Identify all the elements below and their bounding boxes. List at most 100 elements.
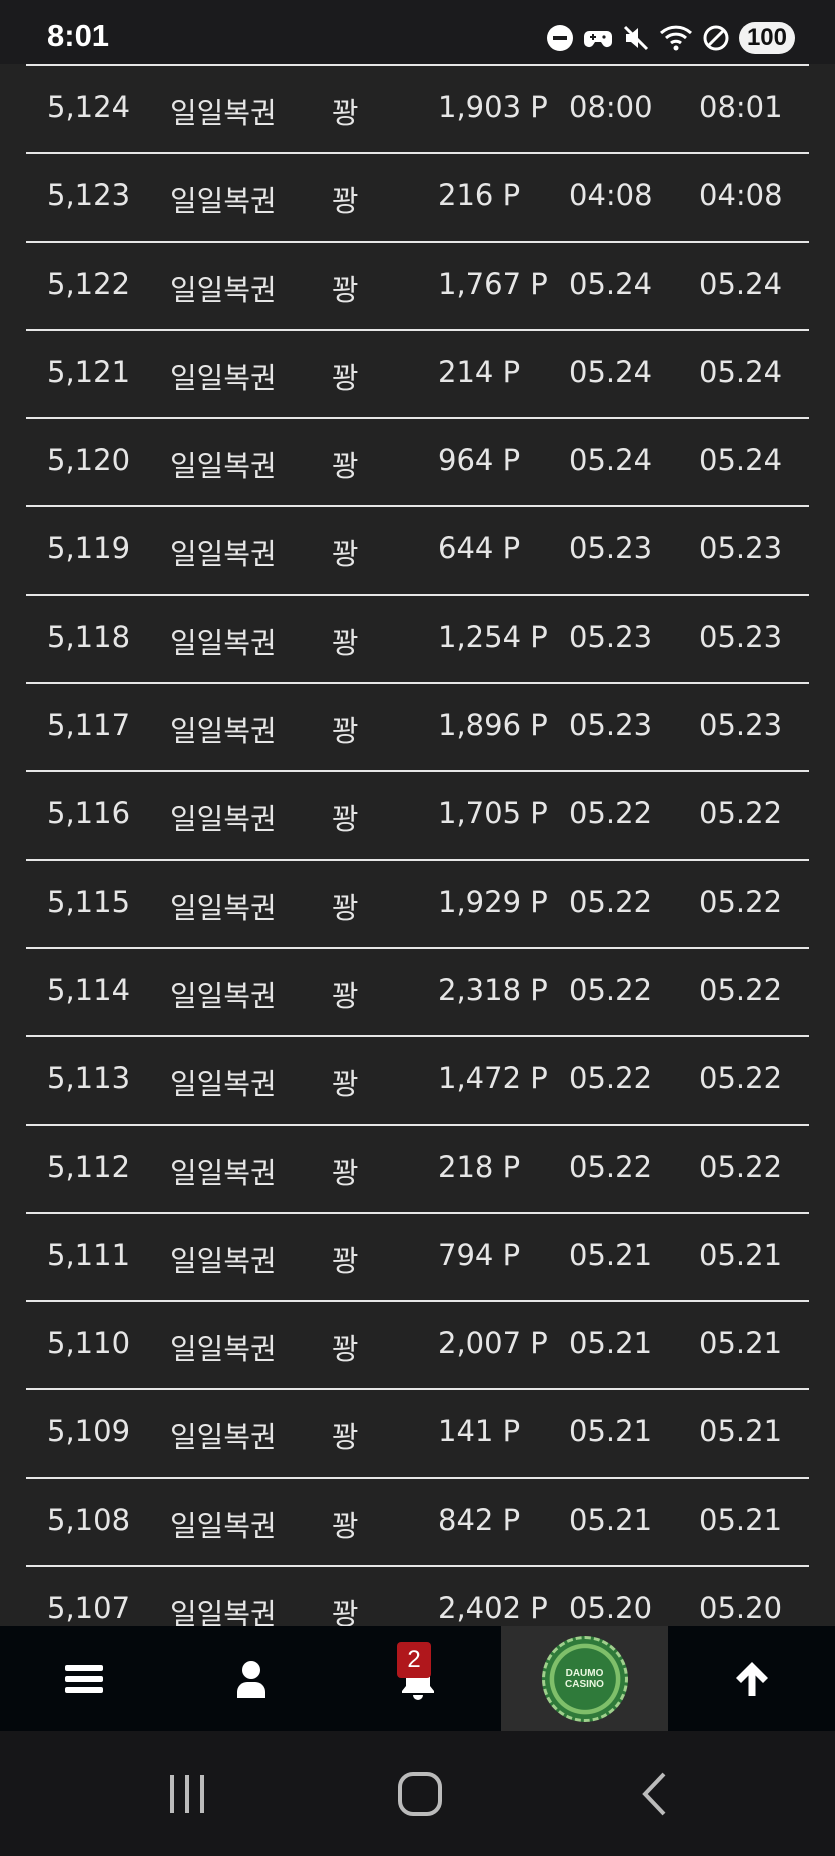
scroll-top-button[interactable]: [668, 1626, 835, 1731]
list-row[interactable]: 5,124 일일복권 꽝 1,903 P 08:00 08:01: [26, 64, 809, 152]
blocked-icon: [703, 25, 729, 51]
row-points: 1,705 P: [438, 796, 548, 831]
row-result: 꽝: [332, 449, 359, 484]
row-name: 일일복권: [170, 802, 277, 837]
row-date-start: 05.24: [569, 266, 653, 301]
list-row[interactable]: 5,112 일일복권 꽝 218 P 05.22 05.22: [26, 1123, 809, 1212]
row-date-end: 05.23: [699, 708, 783, 743]
menu-button[interactable]: [0, 1626, 167, 1731]
list-row[interactable]: 5,123 일일복권 꽝 216 P 04:08 04:08: [26, 152, 809, 240]
row-name: 일일복권: [170, 360, 277, 395]
row-result: 꽝: [332, 537, 359, 572]
list-row[interactable]: 5,120 일일복권 꽝 964 P 05.24 05.24: [26, 417, 809, 505]
list-row[interactable]: 5,116 일일복권 꽝 1,705 P 05.22 05.22: [26, 770, 809, 858]
row-points: 2,318 P: [438, 972, 548, 1007]
row-result: 꽝: [332, 1067, 359, 1102]
list-row[interactable]: 5,119 일일복권 꽝 644 P 05.23 05.23: [26, 505, 809, 593]
list-row[interactable]: 5,107 일일복권 꽝 2,402 P 05.20 05.20: [26, 1565, 809, 1626]
row-name: 일일복권: [170, 1420, 277, 1455]
lottery-history-list[interactable]: 5,124 일일복권 꽝 1,903 P 08:00 08:01 5,123 일일복권 꽝 216…: [26, 64, 809, 1626]
user-icon: [236, 1660, 265, 1698]
home-button[interactable]: [380, 1761, 460, 1827]
row-points: 1,254 P: [438, 619, 548, 654]
user-button[interactable]: [167, 1626, 334, 1731]
row-date-start: 05.21: [569, 1237, 653, 1272]
row-points: 1,472 P: [438, 1061, 548, 1096]
row-result: 꽝: [332, 360, 359, 395]
list-row[interactable]: 5,111 일일복권 꽝 794 P 05.21 05.21: [26, 1211, 809, 1300]
menu-icon: [64, 1664, 103, 1693]
row-name: 일일복권: [170, 272, 277, 307]
row-points: 2,007 P: [438, 1326, 548, 1361]
row-points: 1,767 P: [438, 266, 548, 301]
list-row[interactable]: 5,117 일일복권 꽝 1,896 P 05.23 05.23: [26, 682, 809, 770]
row-number: 5,108: [47, 1502, 131, 1537]
status-icons: 100: [546, 20, 795, 56]
row-date-end: 05.24: [699, 443, 783, 478]
row-number: 5,116: [47, 796, 131, 831]
row-date-start: 05.21: [569, 1502, 653, 1537]
recent-apps-button[interactable]: [147, 1761, 227, 1827]
row-name: 일일복권: [170, 890, 277, 925]
row-date-end: 05.21: [699, 1502, 783, 1537]
row-date-end: 05.22: [699, 1149, 783, 1184]
wifi-icon: [659, 25, 692, 51]
row-points: 2,402 P: [438, 1591, 548, 1626]
list-row[interactable]: 5,110 일일복권 꽝 2,007 P 05.21 05.21: [26, 1300, 809, 1388]
row-number: 5,119: [47, 531, 131, 566]
row-points: 214 P: [438, 354, 521, 389]
row-result: 꽝: [332, 96, 359, 130]
row-name: 일일복권: [170, 978, 277, 1013]
row-points: 216 P: [438, 178, 521, 213]
row-name: 일일복권: [170, 1332, 277, 1367]
row-points: 842 P: [438, 1502, 521, 1537]
row-date-end: 04:08: [699, 178, 783, 213]
row-date-end: 05.22: [699, 884, 783, 919]
status-bar: 8:01 100: [0, 0, 835, 64]
casino-logo-button[interactable]: DAUMO CASINO: [501, 1626, 668, 1731]
row-date-end: 05.23: [699, 619, 783, 654]
row-date-end: 05.20: [699, 1591, 783, 1626]
row-result: 꽝: [332, 184, 359, 219]
row-number: 5,109: [47, 1414, 131, 1449]
row-points: 964 P: [438, 443, 521, 478]
list-row[interactable]: 5,113 일일복권 꽝 1,472 P 05.22 05.22: [26, 1035, 809, 1123]
row-name: 일일복권: [170, 537, 277, 572]
list-row[interactable]: 5,118 일일복권 꽝 1,254 P 05.23 05.23: [26, 593, 809, 682]
row-date-end: 05.22: [699, 972, 783, 1007]
row-date-end: 05.24: [699, 354, 783, 389]
row-date-end: 05.21: [699, 1414, 783, 1449]
row-date-end: 08:01: [699, 90, 783, 124]
row-number: 5,115: [47, 884, 131, 919]
row-date-start: 05.21: [569, 1414, 653, 1449]
row-result: 꽝: [332, 272, 359, 307]
battery-icon: 100: [738, 22, 795, 54]
bottom-navigation: 2 DAUMO CASINO: [0, 1626, 835, 1731]
row-result: 꽝: [332, 1243, 359, 1278]
list-row[interactable]: 5,122 일일복권 꽝 1,767 P 05.24 05.24: [26, 240, 809, 329]
row-date-start: 05.20: [569, 1591, 653, 1626]
list-row[interactable]: 5,115 일일복권 꽝 1,929 P 05.22 05.22: [26, 858, 809, 947]
row-result: 꽝: [332, 714, 359, 749]
back-button[interactable]: [614, 1761, 694, 1827]
row-result: 꽝: [332, 625, 359, 660]
row-name: 일일복권: [170, 449, 277, 484]
status-time: 8:01: [47, 18, 110, 53]
row-number: 5,124: [47, 90, 131, 124]
row-points: 644 P: [438, 531, 521, 566]
row-points: 141 P: [438, 1414, 521, 1449]
list-row[interactable]: 5,121 일일복권 꽝 214 P 05.24 05.24: [26, 328, 809, 417]
list-row[interactable]: 5,108 일일복권 꽝 842 P 05.21 05.21: [26, 1476, 809, 1565]
dnd-icon: [546, 25, 573, 51]
row-name: 일일복권: [170, 1508, 277, 1543]
logo-text-line1: DAUMO: [565, 1667, 604, 1679]
row-date-start: 05.24: [569, 354, 653, 389]
game-controller-icon: [583, 31, 612, 47]
row-result: 꽝: [332, 1332, 359, 1367]
list-row[interactable]: 5,114 일일복권 꽝 2,318 P 05.22 05.22: [26, 946, 809, 1035]
row-number: 5,112: [47, 1149, 131, 1184]
list-row[interactable]: 5,109 일일복권 꽝 141 P 05.21 05.21: [26, 1388, 809, 1476]
row-date-start: 05.22: [569, 1061, 653, 1096]
row-name: 일일복권: [170, 1243, 277, 1278]
row-date-end: 05.22: [699, 796, 783, 831]
